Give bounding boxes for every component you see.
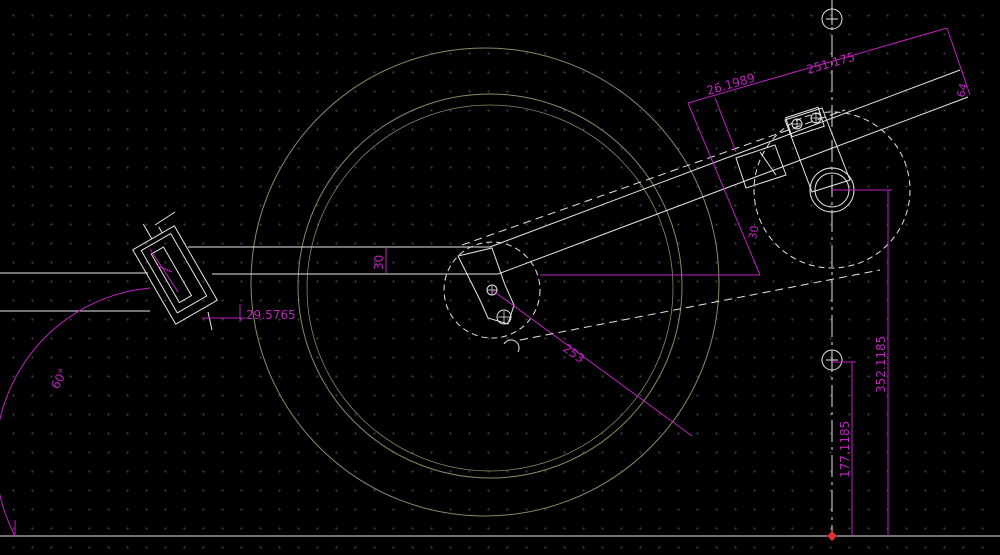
dim-177-1185-label: 177.1185 [838, 421, 852, 478]
dim-352-1185-label: 352.1185 [874, 336, 888, 393]
dim-30-angled-label: 30 [746, 224, 761, 240]
cad-drawing[interactable]: 60° 29.5765 30 253 26.1989 251.175 64 30 [0, 0, 1000, 555]
boom-arm [489, 69, 969, 275]
left-bracket [132, 211, 246, 331]
angle-arc-60 [0, 287, 151, 537]
dim-251-175-label: 251.175 [805, 50, 857, 77]
origin-marker-icon [827, 531, 837, 541]
wheel-inner-circle [297, 93, 683, 479]
crank-cam-shape [457, 247, 515, 325]
wheel-rim-circle [306, 104, 674, 472]
cad-viewport[interactable]: 60° 29.5765 30 253 26.1989 251.175 64 30 [0, 0, 1000, 555]
wheel-outer-circle [250, 47, 720, 517]
dim-64-label: 64 [954, 82, 970, 99]
crank-hook [503, 339, 520, 353]
mount-bolt-crosses [792, 113, 821, 129]
dim-30-vertical-label: 30 [372, 255, 386, 270]
chain-dashed-lines [461, 109, 881, 341]
dim-26-1989-label: 26.1989 [705, 71, 757, 98]
angle-label: 60° [48, 366, 70, 391]
dim-29-5765-label: 29.5765 [246, 308, 296, 322]
left-bracket-detail [149, 248, 179, 293]
left-frame-lines [0, 246, 498, 312]
dim-253-label: 253 [560, 341, 587, 366]
